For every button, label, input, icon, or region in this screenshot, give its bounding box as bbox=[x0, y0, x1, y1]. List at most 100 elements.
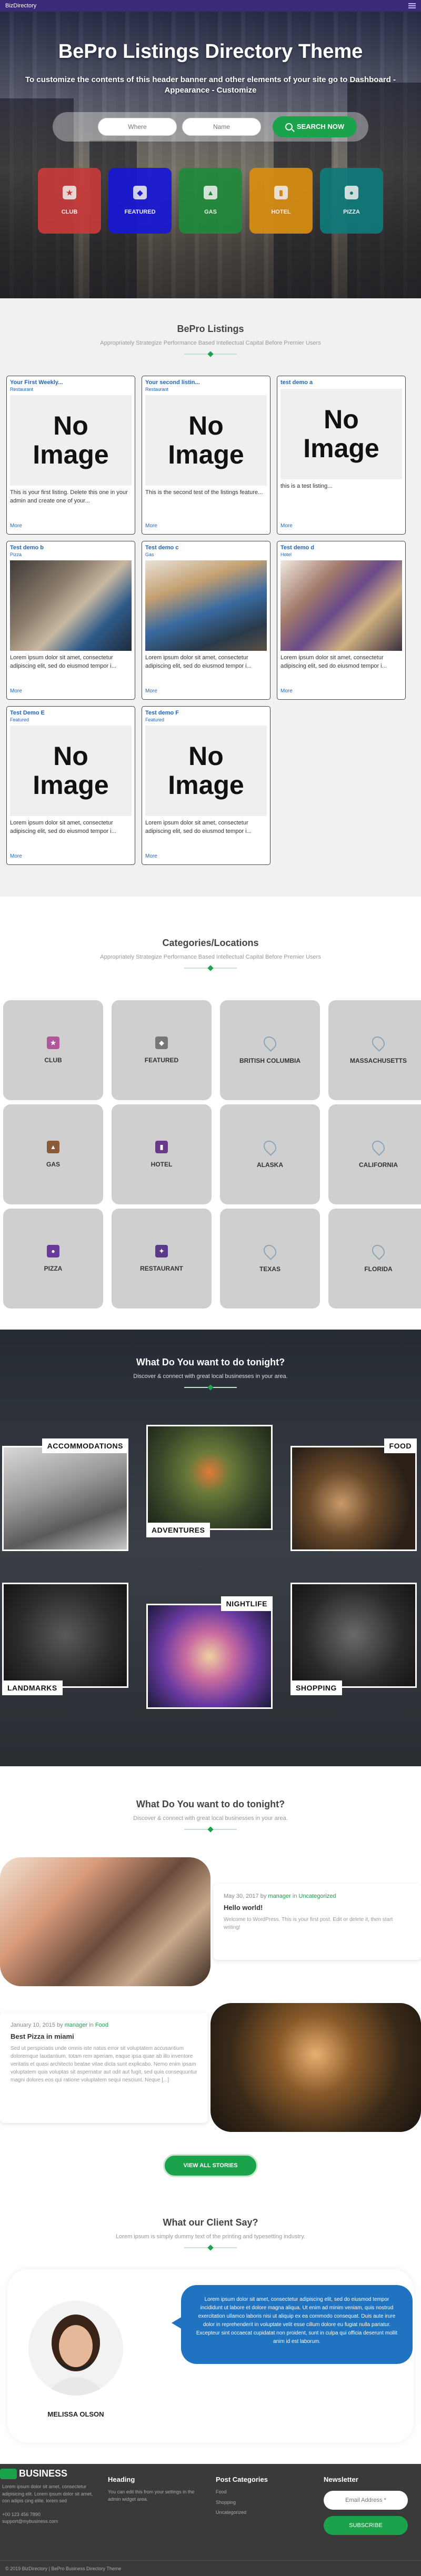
post-title[interactable]: Hello world! bbox=[224, 1904, 410, 1911]
blog-post: January 10, 2015 by manager in Food Best… bbox=[0, 2003, 421, 2132]
category-label: FEATURED bbox=[144, 1056, 179, 1064]
listing-more-link[interactable]: More bbox=[145, 853, 157, 859]
listing-title[interactable]: Test demo F bbox=[145, 710, 267, 716]
listings-grid: Your First Weekly... Restaurant No Image… bbox=[6, 376, 421, 865]
location-tile-massachusetts[interactable]: MASSACHUSETTS bbox=[328, 1000, 421, 1100]
blog-post-photo[interactable] bbox=[210, 2003, 421, 2132]
listing-card[interactable]: Test demo d Hotel Lorem ipsum dolor sit … bbox=[277, 541, 406, 700]
no-image-placeholder: No Image bbox=[10, 726, 132, 816]
tile-accommodations[interactable]: ACCOMMODATIONS bbox=[2, 1438, 128, 1551]
subscribe-button[interactable]: SUBSCRIBE bbox=[324, 2516, 408, 2535]
hero-category-club[interactable]: ★ CLUB bbox=[38, 167, 101, 234]
hero-subtitle: To customize the contents of this header… bbox=[25, 75, 396, 95]
category-tile-restaurant[interactable]: ✦ RESTAURANT bbox=[112, 1209, 212, 1309]
footer-postcat-link[interactable]: Food bbox=[216, 2489, 310, 2496]
location-tile-british-columbia[interactable]: BRITISH COLUMBIA bbox=[220, 1000, 320, 1100]
category-tile-pizza[interactable]: ● PIZZA bbox=[3, 1209, 103, 1309]
location-pin-icon bbox=[369, 1242, 387, 1260]
tile-label: LANDMARKS bbox=[2, 1681, 63, 1695]
listing-more-link[interactable]: More bbox=[10, 688, 22, 694]
where-input[interactable] bbox=[98, 117, 177, 136]
footer-postcat-link[interactable]: Uncategorized bbox=[216, 2509, 310, 2517]
listing-title[interactable]: Test Demo E bbox=[10, 710, 132, 716]
post-category-link[interactable]: Uncategorized bbox=[299, 1893, 336, 1899]
pizza-icon: ● bbox=[345, 186, 358, 199]
category-tile-club[interactable]: ★ CLUB bbox=[3, 1000, 103, 1100]
search-bar: SEARCH NOW bbox=[53, 112, 368, 142]
listing-category[interactable]: Restaurant bbox=[145, 387, 267, 392]
location-label: FLORIDA bbox=[364, 1265, 393, 1273]
hero-category-hotel[interactable]: ▮ HOTEL bbox=[249, 167, 313, 234]
tile-food[interactable]: FOOD bbox=[290, 1438, 417, 1551]
post-author-link[interactable]: manager bbox=[268, 1893, 290, 1899]
listing-more-link[interactable]: More bbox=[280, 523, 293, 529]
listing-title[interactable]: test demo a bbox=[280, 379, 402, 386]
listing-card[interactable]: Test Demo E Featured No Image Lorem ipsu… bbox=[6, 706, 135, 865]
footer-brand[interactable]: BUSINESS bbox=[19, 2468, 67, 2479]
testimonials-section: What our Client Say? Lorem ipsum is simp… bbox=[0, 2198, 421, 2464]
search-button[interactable]: SEARCH NOW bbox=[273, 116, 357, 137]
listing-photo[interactable] bbox=[10, 560, 132, 651]
listing-more-link[interactable]: More bbox=[280, 688, 293, 694]
listing-title[interactable]: Your second listin... bbox=[145, 379, 267, 386]
site-brand[interactable]: BizDirectory bbox=[5, 3, 36, 9]
listing-photo[interactable] bbox=[280, 560, 402, 651]
location-pin-icon bbox=[261, 1138, 279, 1156]
category-tile-gas[interactable]: ▲ GAS bbox=[3, 1104, 103, 1204]
newsletter-email-input[interactable]: Email Address * bbox=[324, 2491, 408, 2510]
listing-category[interactable]: Pizza bbox=[10, 552, 132, 557]
listing-category[interactable]: Featured bbox=[10, 717, 132, 722]
listing-card[interactable]: Test demo c Gas Lorem ipsum dolor sit am… bbox=[142, 541, 270, 700]
section-divider bbox=[184, 968, 237, 969]
post-title[interactable]: Best Pizza in miami bbox=[11, 2032, 197, 2040]
listing-category[interactable]: Restaurant bbox=[10, 387, 132, 392]
listing-photo[interactable] bbox=[145, 560, 267, 651]
listing-card[interactable]: Test demo F Featured No Image Lorem ipsu… bbox=[142, 706, 270, 865]
tonight-title: What Do You want to do tonight? bbox=[136, 1357, 285, 1367]
listing-card[interactable]: test demo a No Image this is a test list… bbox=[277, 376, 406, 535]
listing-category[interactable]: Hotel bbox=[280, 552, 402, 557]
listing-title[interactable]: Test demo b bbox=[10, 545, 132, 551]
view-all-stories-button[interactable]: VIEW ALL STORIES bbox=[163, 2154, 258, 2177]
listing-card[interactable]: Your second listin... Restaurant No Imag… bbox=[142, 376, 270, 535]
section-divider bbox=[184, 2247, 237, 2248]
listing-more-link[interactable]: More bbox=[145, 523, 157, 529]
name-input[interactable] bbox=[182, 117, 261, 136]
tile-landmarks[interactable]: LANDMARKS bbox=[2, 1583, 128, 1695]
location-pin-icon bbox=[369, 1034, 387, 1052]
blog-section: What Do You want to do tonight? Discover… bbox=[0, 1766, 421, 2198]
listing-more-link[interactable]: More bbox=[10, 523, 22, 529]
menu-icon[interactable] bbox=[408, 3, 416, 8]
listing-card[interactable]: Your First Weekly... Restaurant No Image… bbox=[6, 376, 135, 535]
location-tile-texas[interactable]: TEXAS bbox=[220, 1209, 320, 1309]
listing-category[interactable]: Gas bbox=[145, 552, 267, 557]
location-tile-california[interactable]: CALIFORNIA bbox=[328, 1104, 421, 1204]
post-author-link[interactable]: manager bbox=[65, 2022, 87, 2028]
listing-title[interactable]: Test demo c bbox=[145, 545, 267, 551]
listing-card[interactable]: Test demo b Pizza Lorem ipsum dolor sit … bbox=[6, 541, 135, 700]
blog-post-photo[interactable] bbox=[0, 1857, 210, 1986]
tile-shopping[interactable]: SHOPPING bbox=[290, 1583, 417, 1695]
listing-more-link[interactable]: More bbox=[10, 853, 22, 859]
post-category-link[interactable]: Food bbox=[95, 2022, 108, 2028]
listing-title[interactable]: Test demo d bbox=[280, 545, 402, 551]
tile-adventures[interactable]: ADVENTURES bbox=[146, 1425, 273, 1537]
hero-category-featured[interactable]: ◆ FEATURED bbox=[108, 167, 172, 234]
footer-email[interactable]: support@mybusiness.com bbox=[0, 2518, 95, 2525]
location-tile-alaska[interactable]: ALASKA bbox=[220, 1104, 320, 1204]
category-tile-hotel[interactable]: ▮ HOTEL bbox=[112, 1104, 212, 1204]
post-excerpt: Sed ut perspiciatis unde omnis iste natu… bbox=[11, 2046, 197, 2083]
category-label: CLUB bbox=[44, 1056, 62, 1064]
location-tile-florida[interactable]: FLORIDA bbox=[328, 1209, 421, 1309]
tile-nightlife[interactable]: NIGHTLIFE bbox=[146, 1596, 273, 1709]
testimonials-title: What our Client Say? bbox=[163, 2217, 258, 2228]
listing-title[interactable]: Your First Weekly... bbox=[10, 379, 132, 386]
footer-postcat-link[interactable]: Shopping bbox=[216, 2499, 310, 2507]
listing-category[interactable]: Featured bbox=[145, 717, 267, 722]
no-image-placeholder: No Image bbox=[10, 395, 132, 486]
category-tile-featured[interactable]: ◆ FEATURED bbox=[112, 1000, 212, 1100]
hero-category-gas[interactable]: ▲ GAS bbox=[179, 167, 242, 234]
hero-category-label: HOTEL bbox=[271, 209, 291, 215]
hero-category-pizza[interactable]: ● PIZZA bbox=[320, 167, 383, 234]
listing-more-link[interactable]: More bbox=[145, 688, 157, 694]
